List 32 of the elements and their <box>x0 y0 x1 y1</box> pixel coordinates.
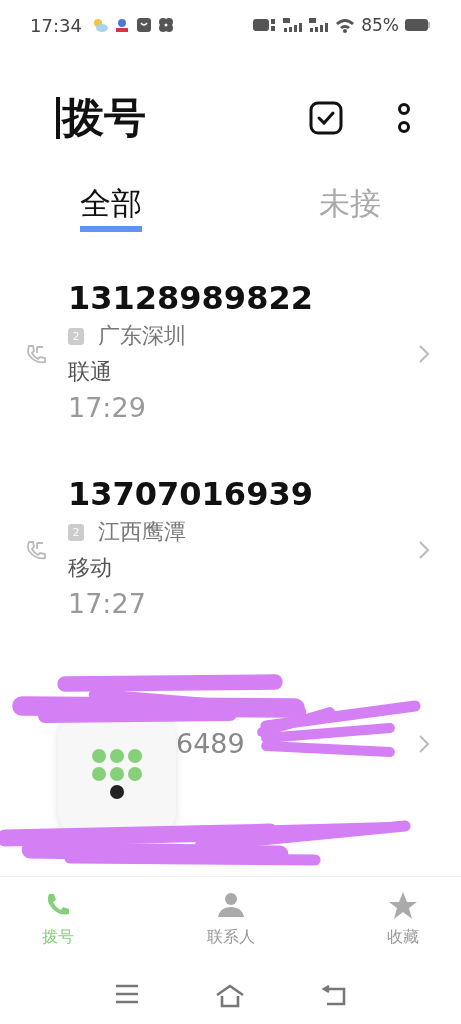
carrier-name: 移动 <box>68 554 113 582</box>
menu-icon[interactable] <box>114 984 139 1004</box>
call-time: 17:27 <box>67 587 147 621</box>
dialpad-icon <box>91 748 143 800</box>
wifi-icon <box>335 17 356 33</box>
call-location: 江西鹰潭 <box>98 518 186 546</box>
status-time: 17:34 <box>30 14 82 36</box>
page-title: 拨号 <box>62 97 146 139</box>
home-icon[interactable] <box>214 984 245 1008</box>
call-location: 广东深圳 <box>98 322 186 350</box>
tab[interactable]: 未接 <box>319 186 381 232</box>
tab[interactable]: 全部 <box>80 186 142 232</box>
nav-tab[interactable]: 联系人 <box>196 877 265 976</box>
text-cursor <box>56 97 60 139</box>
star-icon <box>388 891 418 921</box>
outgoing-call-icon <box>24 539 46 561</box>
outgoing-call-icon <box>24 343 46 365</box>
cellular-signal-icon <box>283 18 304 32</box>
checkbox-icon[interactable] <box>309 101 343 135</box>
weather-icon <box>91 18 108 32</box>
nav-tab[interactable]: 拨号 <box>32 877 84 976</box>
nav-tab[interactable]: 收藏 <box>377 877 429 976</box>
carrier-name: 联通 <box>68 358 113 386</box>
phone-number: 13707016939 <box>67 474 314 514</box>
cellular-signal-icon <box>309 18 330 32</box>
phone-number: 13128989822 <box>67 278 314 318</box>
call-detail: 6489 <box>175 727 246 761</box>
more-options-icon[interactable] <box>397 103 411 133</box>
battery-percent: 85% <box>361 15 399 35</box>
battery-icon <box>405 18 431 32</box>
back-icon[interactable] <box>320 984 347 1006</box>
call-time: 17:29 <box>67 391 147 425</box>
